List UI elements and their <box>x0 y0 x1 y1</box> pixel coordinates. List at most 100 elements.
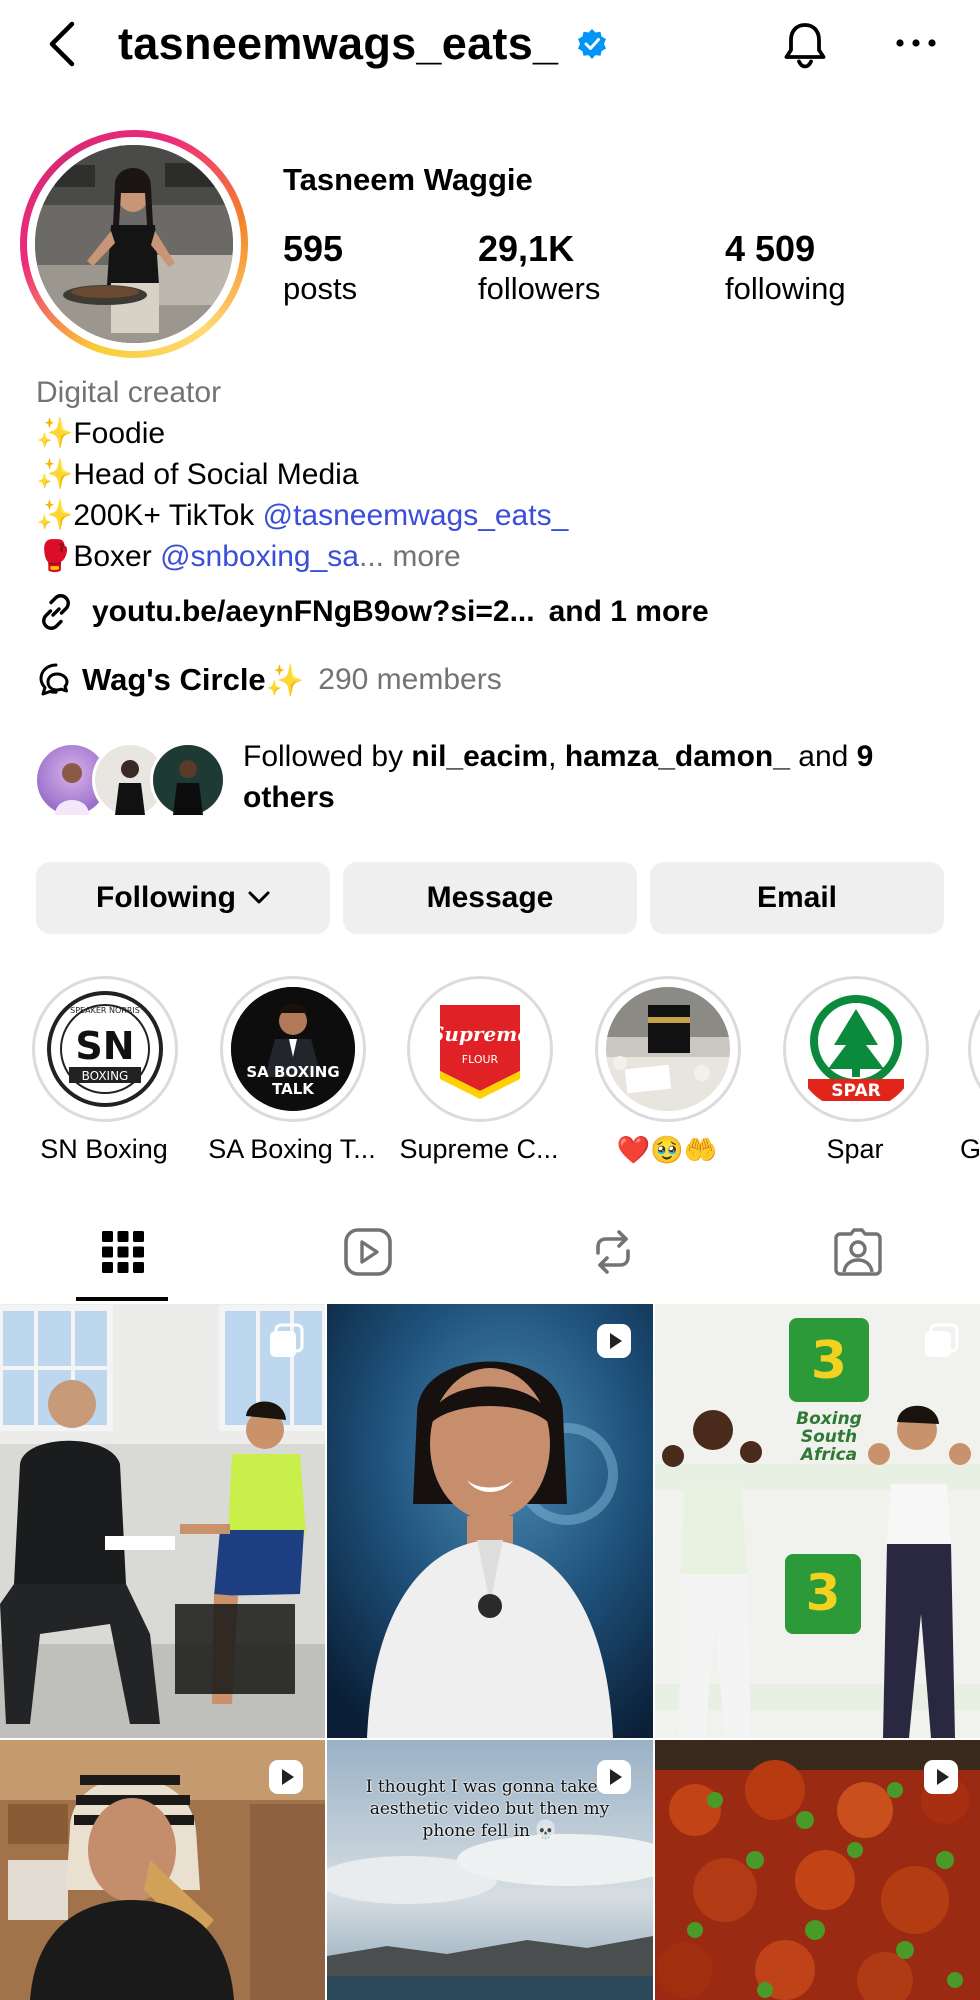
bio-line: 🥊Boxer @snboxing_sa... more <box>36 536 956 577</box>
tagged-icon <box>833 1228 882 1276</box>
profile-tabs <box>0 1200 980 1304</box>
profile-avatar-story-ring[interactable] <box>20 130 248 358</box>
tab-reels[interactable] <box>245 1200 490 1304</box>
sparkles-emoji: ✨ <box>36 458 74 491</box>
spar-logo-text: SPAR <box>831 1081 880 1101</box>
bell-icon[interactable] <box>778 18 832 72</box>
highlight-cover: SA BOXING TALK <box>231 987 355 1111</box>
tiktok-mention-link[interactable]: @tasneemwags_eats_ <box>263 499 569 532</box>
mutual-followers-avatars[interactable] <box>34 742 234 820</box>
profile-handle[interactable]: tasneemwags_eats_ <box>118 18 558 70</box>
sn-logo-subtext: BOXING <box>82 1069 129 1083</box>
conjunction: and <box>789 740 857 773</box>
bio-link-row[interactable]: youtu.be/aeynFNgB9ow?si=2... and 1 more <box>36 590 709 634</box>
channel-sparkles-emoji: ✨ <box>265 662 305 698</box>
posts-count: 595 <box>283 228 344 269</box>
following-count: 4 509 <box>725 228 816 269</box>
story-highlight[interactable]: Supreme FLOUR Supreme C... <box>399 976 559 1176</box>
posts-label: posts <box>283 271 358 306</box>
bio-line: ✨200K+ TikTok @tasneemwags_eats_ <box>36 495 956 536</box>
verified-badge-icon <box>578 29 606 59</box>
svg-text:3: 3 <box>806 1564 841 1622</box>
message-button-label: Message <box>426 881 554 914</box>
post-thumbnail[interactable] <box>327 1304 653 1738</box>
sparkles-emoji: ✨ <box>36 499 74 532</box>
bio-text: Boxer <box>73 540 161 573</box>
tab-tagged[interactable] <box>735 1200 980 1304</box>
link-icon <box>42 594 70 630</box>
bio-more-link[interactable]: ... more <box>359 540 461 573</box>
highlight-cover: SPEAKER NORRIS SN BOXING <box>43 987 167 1111</box>
mutual-follower-username[interactable]: nil_eacim <box>411 740 548 773</box>
message-button[interactable]: Message <box>343 862 637 934</box>
profile-category: Digital creator <box>36 376 222 409</box>
display-name: Tasneem Waggie <box>283 162 533 197</box>
tab-grid[interactable] <box>0 1200 245 1304</box>
story-highlight[interactable]: SPEAKER NORRIS SN BOXING SN Boxing <box>29 976 179 1176</box>
mutual-follower-username[interactable]: hamza_damon_ <box>565 740 790 773</box>
story-highlight[interactable]: G <box>960 976 980 1176</box>
reel-icon <box>269 1760 303 1794</box>
email-button-label: Email <box>756 881 838 914</box>
following-button[interactable]: Following <box>36 862 330 934</box>
highlight-label: ❤️🥹🤲 <box>616 1135 718 1165</box>
following-button-label: Following <box>96 881 236 914</box>
broadcast-channel-row[interactable]: Wag's Circle ✨ 290 members <box>36 658 502 702</box>
post-thumbnail[interactable] <box>0 1740 325 2000</box>
email-button[interactable]: Email <box>650 862 944 934</box>
highlight-label: G <box>960 1134 980 1164</box>
grid-icon <box>101 1231 144 1273</box>
profile-avatar <box>35 145 233 343</box>
channel-icon <box>39 663 69 696</box>
post-thumbnail[interactable]: I thought I was gonna take a aesthetic v… <box>327 1740 653 2000</box>
highlight-label: Supreme C... <box>399 1134 559 1164</box>
story-highlight[interactable]: ❤️🥹🤲 <box>592 976 742 1176</box>
sn-logo-ring-text: SPEAKER NORRIS <box>70 1006 140 1015</box>
bio-text: Head of Social Media <box>73 458 359 491</box>
sa-boxing-logo-text: SA BOXING <box>246 1063 339 1081</box>
bio-line: ✨Head of Social Media <box>36 454 956 495</box>
separator: , <box>548 740 565 773</box>
post-thumbnail[interactable] <box>655 1740 980 2000</box>
posts-stat[interactable]: 595 posts <box>283 228 357 308</box>
followers-stat[interactable]: 29,1K followers <box>478 228 600 308</box>
highlight-label: SN Boxing <box>40 1134 168 1164</box>
post-thumbnail[interactable]: 3 Boxing South Africa 3 <box>655 1304 980 1738</box>
repost-icon <box>595 1230 630 1274</box>
back-arrow-icon[interactable] <box>40 18 84 70</box>
more-options-icon[interactable] <box>890 28 942 58</box>
highlight-label: SA Boxing T... <box>208 1134 376 1164</box>
reel-icon <box>597 1760 631 1794</box>
sponsor-sign-text: South <box>801 1427 857 1447</box>
highlight-cover: Supreme FLOUR <box>418 987 542 1111</box>
sparkles-emoji: ✨ <box>36 417 74 450</box>
sn-logo-text: SN <box>75 1024 134 1068</box>
supreme-logo-subtext: FLOUR <box>462 1053 499 1066</box>
bio-line: ✨Foodie <box>36 413 956 454</box>
story-highlight[interactable]: SA BOXING TALK SA Boxing T... <box>208 976 376 1176</box>
followed-by-text[interactable]: Followed by nil_eacim, hamza_damon_ and … <box>243 736 953 818</box>
bio-link-url[interactable]: youtu.be/aeynFNgB9ow?si=2... <box>92 595 535 629</box>
boxing-glove-emoji: 🥊 <box>36 540 74 573</box>
bio-link-more[interactable]: and 1 more <box>549 595 709 629</box>
channel-members: 290 members <box>318 663 502 696</box>
channel-name[interactable]: Wag's Circle <box>82 662 266 698</box>
followed-by-prefix: Followed by <box>243 740 412 773</box>
svg-text:3: 3 <box>811 1331 847 1391</box>
bio: Digital creator ✨Foodie ✨Head of Social … <box>36 372 956 577</box>
reel-icon <box>924 1760 958 1794</box>
post-thumbnail[interactable] <box>0 1304 325 1738</box>
sponsor-sign-text: Africa <box>799 1445 857 1465</box>
bio-text: 200K+ TikTok <box>73 499 263 532</box>
tab-reposts[interactable] <box>490 1200 735 1304</box>
story-highlight[interactable]: SPAR Spar <box>780 976 930 1176</box>
reel-icon <box>597 1324 631 1358</box>
top-bar: tasneemwags_eats_ <box>0 0 980 90</box>
following-stat[interactable]: 4 509 following <box>725 228 846 308</box>
sponsor-sign-text: Boxing <box>796 1409 862 1429</box>
highlight-cover <box>606 987 730 1111</box>
supreme-logo-text: Supreme <box>430 1022 530 1046</box>
snboxing-mention-link[interactable]: @snboxing_sa <box>160 540 359 573</box>
followers-label: followers <box>478 271 601 306</box>
carousel-icon <box>270 1323 304 1357</box>
